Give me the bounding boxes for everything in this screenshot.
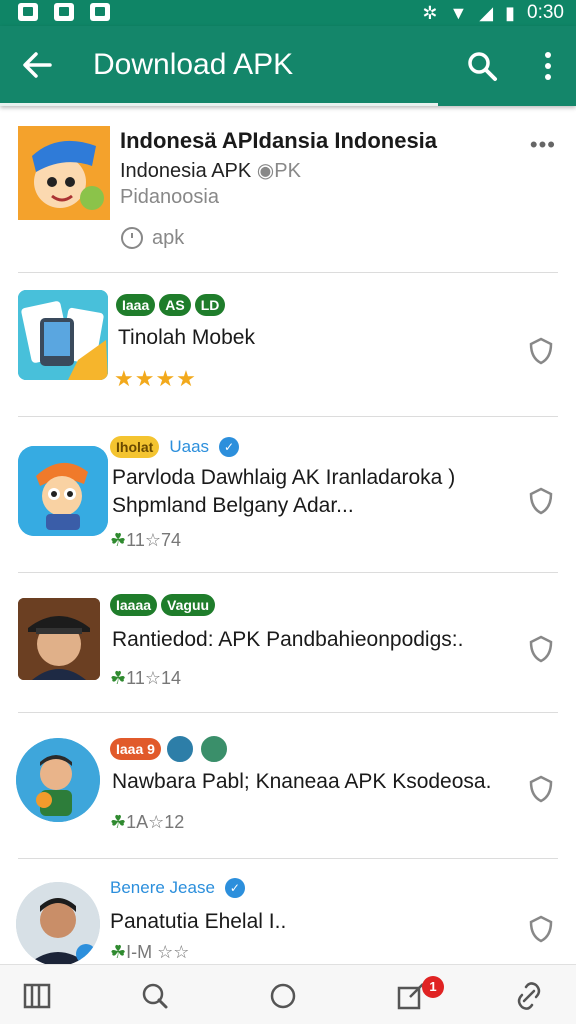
tag-badge: Iholat [110, 436, 160, 458]
leaf-icon: ☘ [110, 812, 127, 832]
app-name: Parvloda Dawhlaig AK Iranladaroka ) [112, 466, 456, 489]
tag-badge: LD [194, 294, 226, 316]
image-notification-icon [90, 3, 110, 21]
app-name: Rantiedod: APK Pandbahieonpodigs:. [112, 628, 464, 651]
featured-app-subtitle-extra: PK [274, 160, 301, 182]
app-meta-text: 1A☆12 [126, 812, 185, 832]
tag-row: Benere Jease ✓ [110, 878, 245, 898]
app-name: Panatutia Ehelal I.. [110, 910, 287, 933]
tag-badge: Iaaaa [110, 594, 158, 616]
tag-row: Iaaaa Vaguu [110, 594, 216, 616]
overflow-menu-icon[interactable] [542, 50, 554, 82]
featured-app-subtitle-text: Indonesia APK [120, 160, 252, 182]
app-thumbnail [16, 738, 100, 822]
app-meta-text: 11☆14 [126, 668, 181, 688]
rating-stars: ★★★★ [114, 366, 197, 391]
notification-icon [18, 3, 38, 21]
avatar [164, 734, 195, 764]
featured-app-card[interactable]: Indonesä APIdansia Indonesia Indonesia A… [0, 106, 576, 272]
link-icon[interactable] [512, 979, 546, 1013]
home-circle-icon[interactable] [266, 979, 300, 1013]
featured-app-size: apk [120, 226, 184, 250]
tag-row: Iholat Uaas ✓ [110, 436, 240, 458]
app-meta-text: I-M ☆☆ [126, 942, 190, 962]
notification-badge: 1 [422, 976, 444, 998]
featured-app-subtitle: Indonesia APK ◉PK [120, 158, 301, 183]
shield-icon[interactable] [528, 634, 554, 664]
status-time: 0:30 [527, 2, 564, 23]
shield-icon[interactable] [528, 486, 554, 516]
list-item[interactable]: Benere Jease ✓ Panatutia Ehelal I.. ☘I-M… [0, 858, 576, 964]
app-meta: ☘11☆14 [110, 668, 181, 689]
status-notification-icons [18, 3, 110, 21]
leaf-icon: ☘ [110, 942, 127, 962]
battery-icon: ▮ [505, 3, 516, 23]
tag-badge: Iaaa [116, 294, 156, 316]
status-bar: ✲ ▼ ◢ ▮ 0:30 [0, 0, 576, 26]
shield-icon[interactable] [528, 774, 554, 804]
app-name: Nawbara Pabl; Knaneaa APK Ksodeosa. [112, 770, 492, 793]
camera-icon: ◉ [256, 160, 275, 182]
shield-icon[interactable] [528, 914, 554, 944]
tag-label: Uaas [169, 437, 210, 456]
app-thumbnail [16, 882, 100, 964]
clock-icon [121, 227, 143, 249]
signal-icon: ◢ [479, 3, 494, 23]
app-thumbnail [18, 598, 100, 680]
featured-app-thumbnail [18, 126, 110, 220]
featured-app-size-label: apk [152, 226, 185, 249]
notification-icon [54, 3, 74, 21]
verified-icon: ✓ [224, 878, 245, 898]
featured-app-developer: Pidanoosia [120, 186, 219, 208]
back-arrow-icon[interactable] [20, 48, 54, 82]
tag-label: Benere Jease [110, 878, 215, 897]
more-options-icon[interactable]: ••• [530, 132, 556, 158]
app-thumbnail [18, 290, 108, 380]
tag-row: Iaaa 9 [110, 734, 229, 764]
leaf-icon: ☘ [110, 668, 127, 688]
app-bar: Download APK [0, 26, 576, 106]
list-item[interactable]: Iaaa 9 Nawbara Pabl; Knaneaa APK Ksodeos… [0, 712, 576, 858]
bottom-navigation [0, 964, 576, 1024]
bluetooth-icon: ✲ [422, 3, 438, 23]
app-meta: ☘11☆74 [110, 530, 181, 551]
app-meta: ☘1A☆12 [110, 812, 184, 833]
verified-icon: ✓ [219, 437, 240, 457]
list-item[interactable]: Iaaa AS LD Tinolah Mobek ★★★★ [0, 272, 576, 416]
shield-icon[interactable] [528, 336, 554, 366]
list-item[interactable]: Iaaaa Vaguu Rantiedod: APK Pandbahieonpo… [0, 572, 576, 712]
search-nav-icon[interactable] [138, 979, 172, 1013]
featured-app-title: Indonesä APIdansia Indonesia [120, 128, 438, 153]
tag-row: Iaaa AS LD [116, 294, 226, 316]
app-name: Tinolah Mobek [118, 326, 255, 349]
library-icon[interactable] [20, 979, 54, 1013]
app-meta-text: 11☆74 [126, 530, 181, 550]
tag-badge: Iaaa 9 [110, 738, 161, 760]
status-system-icons: ✲ ▼ ◢ ▮ 0:30 [422, 2, 564, 24]
app-description: Shpmland Belgany Adar... [112, 494, 354, 517]
wifi-icon: ▼ [449, 3, 468, 23]
list-item[interactable]: Iholat Uaas ✓ Parvloda Dawhlaig AK Iranl… [0, 416, 576, 572]
app-meta: ☘I-M ☆☆ [110, 942, 189, 963]
leaf-icon: ☘ [110, 530, 127, 550]
app-thumbnail [18, 446, 108, 536]
avatar [198, 734, 229, 764]
page-title: Download APK [93, 48, 294, 81]
search-icon[interactable] [466, 50, 498, 82]
tag-badge: AS [159, 294, 191, 316]
tag-badge: Vaguu [161, 594, 216, 616]
